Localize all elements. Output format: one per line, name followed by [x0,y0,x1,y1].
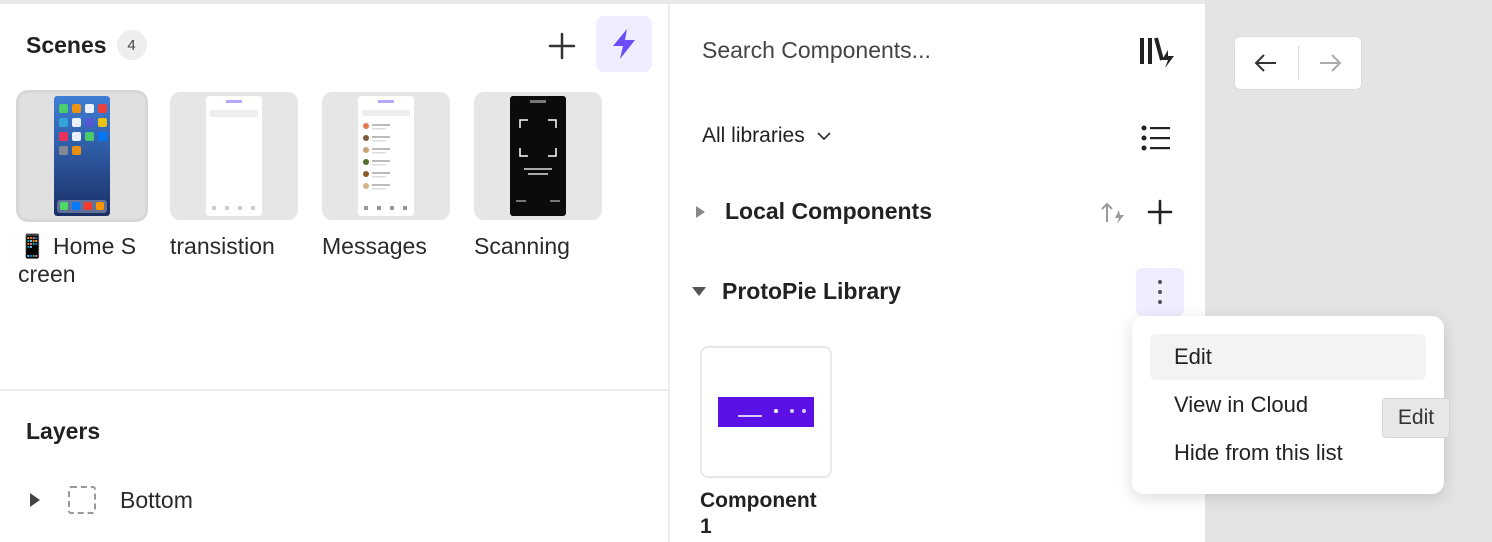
lightning-icon [613,29,635,59]
component-label: Component 1 [700,489,817,538]
library-lightning-icon [1140,37,1174,68]
scenes-title: Scenes [26,31,107,58]
scene-card-messages[interactable]: Messages [322,92,450,260]
arrow-right-icon [1319,54,1342,72]
add-scene-button[interactable] [540,24,584,68]
back-button[interactable] [1235,37,1298,89]
chevron-down-icon [817,132,831,141]
forward-button[interactable] [1298,37,1361,89]
scenes-count-badge: 4 [116,30,147,60]
layers-title: Layers [26,418,101,444]
component-preview [718,397,814,427]
panel-divider [0,389,668,391]
scene-label: Scanning [474,233,570,259]
arrow-left-icon [1254,54,1277,72]
messages-preview [358,96,414,216]
list-view-button[interactable] [1136,118,1176,158]
section-protopie-library[interactable]: ProtoPie Library [692,278,901,305]
interactions-button[interactable] [596,16,652,72]
tooltip: Edit [1382,398,1450,438]
section-local-components[interactable]: Local Components [692,198,932,225]
scene-card-transistion[interactable]: transistion [170,92,298,260]
scene-card-home-screen[interactable]: 📱 Home Screen [16,90,148,288]
library-filter-dropdown[interactable]: All libraries [702,124,833,148]
transistion-preview [206,96,262,216]
frame-icon [68,486,96,514]
add-component-button[interactable] [1142,194,1178,230]
section-label: Local Components [725,198,933,224]
home-screen-preview [54,96,110,216]
more-vertical-icon [1158,280,1162,304]
scenes-header: Scenes 4 [26,30,147,60]
expand-caret-icon [696,205,705,218]
plus-icon [1147,199,1173,225]
scene-thumbnail [322,92,450,220]
navigation-controls [1234,36,1362,90]
scene-label: Messages [322,233,427,259]
section-label: ProtoPie Library [722,278,901,304]
scene-thumbnail [170,92,298,220]
scene-thumbnail [16,90,148,222]
plus-icon [548,32,576,60]
component-thumbnail [700,346,832,478]
scanning-preview [510,96,566,216]
more-options-button[interactable] [1136,268,1184,316]
scene-label: transistion [170,233,275,259]
component-card[interactable]: Component 1 [700,346,832,540]
layer-row-bottom[interactable]: Bottom [30,486,193,514]
expand-caret-icon[interactable] [30,493,40,507]
list-icon [1141,125,1170,151]
sort-lightning-icon [1101,202,1124,224]
search-components-input[interactable] [702,30,1102,70]
library-filter-label: All libraries [702,124,805,147]
sort-button[interactable] [1096,196,1130,230]
scene-thumbnail [474,92,602,220]
scene-card-scanning[interactable]: Scanning [474,92,602,260]
layer-name: Bottom [120,486,193,513]
collapse-caret-icon [692,287,706,296]
scene-label: 📱 Home Screen [18,233,137,287]
menu-item-edit[interactable]: Edit [1150,334,1426,380]
library-icon-button[interactable] [1136,30,1180,74]
